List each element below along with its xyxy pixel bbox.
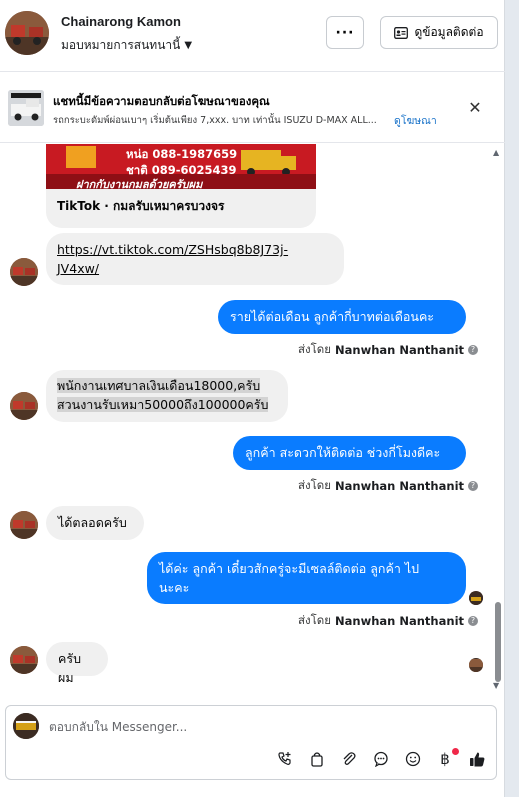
bag-icon[interactable] — [306, 748, 328, 770]
outgoing-message[interactable]: ลูกค้า สะดวกให้ติดต่อ ช่วงกี่โมงดีคะ — [233, 436, 466, 470]
seen-avatar — [469, 658, 483, 672]
scroll-down-icon[interactable]: ▼ — [493, 681, 499, 690]
card-image: หน่อ 088-1987659 ชาติ 089-6025439 ฝากกับ… — [46, 144, 316, 189]
incoming-message-link[interactable]: https://vt.tiktok.com/ZSHsbq8b8J73j- JV4x… — [46, 233, 344, 285]
seen-avatar — [469, 591, 483, 605]
outgoing-message[interactable]: ได้ค่ะ ลูกค้า เดี๋ยวสักครู่จะมีเซลล์ติดต… — [147, 552, 466, 604]
contact-avatar-small — [10, 646, 38, 674]
outgoing-message[interactable]: รายได้ต่อเดือน ลูกค้ากี่บาทต่อเดือนคะ — [218, 300, 466, 334]
chat-panel: Chainarong Kamon มอบหมายการสนทนานี้ ▼ ··… — [0, 0, 505, 797]
assign-conversation-dropdown[interactable]: มอบหมายการสนทนานี้ ▼ — [61, 36, 192, 55]
sent-by-label: ส่งโดย Nanwhan Nanthanit ? — [298, 612, 479, 630]
card-banner-text: ฝากกับงานกมลด้วยครับผม — [76, 178, 203, 189]
composer-toolbar: ฿ — [274, 748, 488, 770]
close-icon[interactable]: ✕ — [465, 98, 485, 118]
info-icon[interactable]: ? — [468, 345, 479, 355]
tiktok-link[interactable]: https://vt.tiktok.com/ZSHsbq8b8J73j- JV4x… — [57, 242, 288, 276]
page-avatar — [13, 713, 39, 739]
contact-name[interactable]: Chainarong Kamon — [61, 14, 181, 29]
incoming-message[interactable]: ครับผม — [46, 642, 108, 685]
message-list: หน่อ 088-1987659 ชาติ 089-6025439 ฝากกับ… — [0, 144, 505, 700]
scroll-up-icon[interactable]: ▲ — [493, 148, 499, 157]
thumbs-up-icon[interactable] — [466, 748, 488, 770]
contact-avatar-small — [10, 258, 38, 286]
contact-avatar-small — [10, 511, 38, 539]
notification-dot — [452, 748, 459, 755]
contact-card-icon — [394, 26, 409, 39]
ad-thumbnail[interactable] — [8, 90, 44, 126]
contact-avatar[interactable] — [5, 11, 49, 55]
sent-by-label: ส่งโดย Nanwhan Nanthanit ? — [298, 341, 479, 359]
caret-down-icon: ▼ — [184, 40, 193, 51]
reply-composer: ตอบกลับใน Messenger... ฿ — [5, 705, 497, 780]
reply-input[interactable]: ตอบกลับใน Messenger... — [49, 718, 187, 737]
info-icon[interactable]: ? — [468, 616, 479, 626]
chat-icon[interactable] — [370, 748, 392, 770]
incoming-message[interactable]: พนักงานเทศบาลเงินเดือน18000,ครับ สวนงานรั… — [46, 370, 288, 422]
emoji-icon[interactable] — [402, 748, 424, 770]
incoming-message[interactable]: ได้ตลอดครับ — [46, 506, 144, 540]
info-icon[interactable]: ? — [468, 481, 479, 491]
more-icon: ··· — [335, 24, 355, 41]
shared-link-card[interactable]: หน่อ 088-1987659 ชาติ 089-6025439 ฝากกับ… — [46, 144, 316, 228]
view-ad-link[interactable]: ดูโฆษณา — [394, 112, 437, 129]
contact-avatar-small — [10, 392, 38, 420]
sent-by-label: ส่งโดย Nanwhan Nanthanit ? — [298, 477, 479, 495]
ad-banner-text: รถกระบะดัมพ์ผ่อนเบาๆ เริ่มต้นเพียง 7,xxx… — [53, 115, 377, 126]
ad-reply-banner: แชทนี้มีข้อความตอบกลับต่อโฆษณาของคุณ รถก… — [0, 73, 505, 143]
assign-label: มอบหมายการสนทนานี้ — [61, 38, 181, 52]
ad-banner-title: แชทนี้มีข้อความตอบกลับต่อโฆษณาของคุณ — [53, 94, 270, 108]
card-title: TikTok · กมลรับเหมาครบวงจร — [57, 199, 225, 213]
page-background-strip — [505, 0, 519, 797]
view-contact-button[interactable]: ดูข้อมูลติดต่อ — [380, 16, 498, 49]
paperclip-icon[interactable] — [338, 748, 360, 770]
more-options-button[interactable]: ··· — [326, 16, 364, 49]
view-contact-label: ดูข้อมูลติดต่อ — [414, 25, 484, 39]
phone-plus-icon[interactable] — [274, 748, 296, 770]
chat-header: Chainarong Kamon มอบหมายการสนทนานี้ ▼ ··… — [0, 0, 505, 72]
scrollbar-thumb[interactable] — [495, 602, 501, 682]
